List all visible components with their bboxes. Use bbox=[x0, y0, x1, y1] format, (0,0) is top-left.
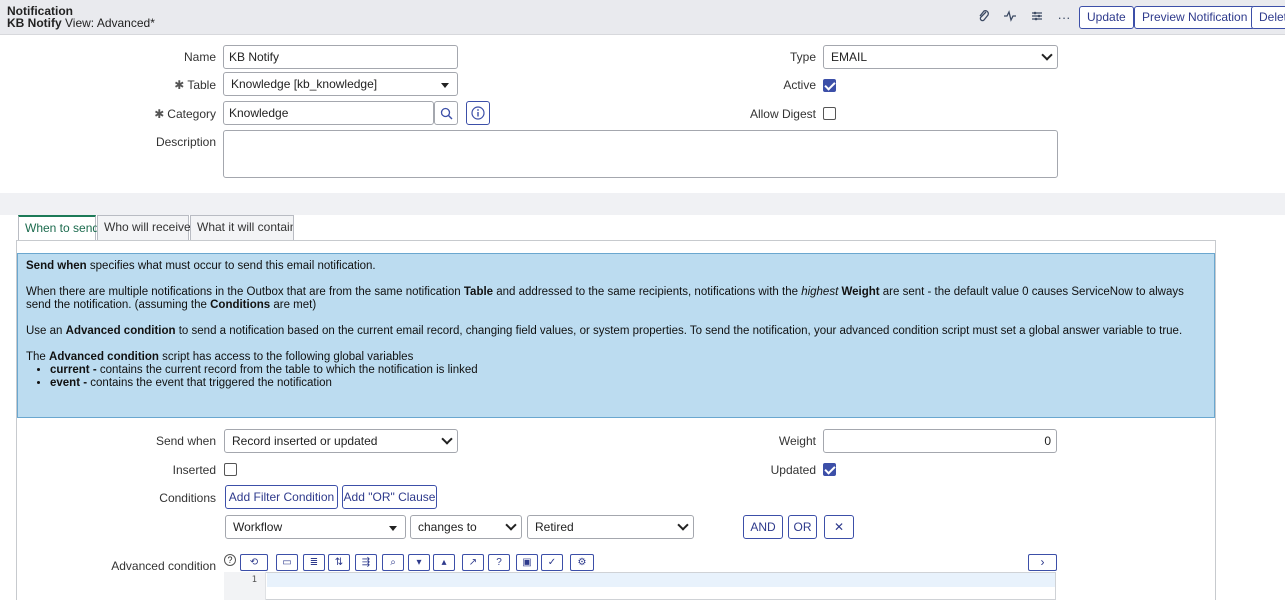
dropdown-arrow-icon bbox=[441, 83, 449, 88]
help-icon[interactable]: ? bbox=[224, 554, 236, 566]
settings-icon[interactable]: ⚙ bbox=[570, 554, 594, 571]
preview-notification-button[interactable]: Preview Notification bbox=[1134, 6, 1256, 29]
search-icon[interactable]: ⌕ bbox=[382, 554, 404, 571]
and-button[interactable]: AND bbox=[743, 515, 783, 539]
or-button[interactable]: OR bbox=[788, 515, 817, 539]
name-label: Name bbox=[183, 50, 216, 64]
chevron-down-icon bbox=[505, 519, 517, 531]
type-select[interactable]: EMAIL bbox=[823, 45, 1058, 69]
inserted-checkbox[interactable] bbox=[224, 463, 237, 476]
section-divider bbox=[0, 193, 1285, 215]
help-paragraph: When there are multiple notifications in… bbox=[26, 286, 1184, 311]
updated-checkbox[interactable] bbox=[823, 463, 836, 476]
lookup-button[interactable] bbox=[434, 101, 458, 125]
check-syntax-icon[interactable]: ✓ bbox=[541, 554, 563, 571]
description-label: Description bbox=[155, 135, 216, 149]
list-item: current - contains the current record fr… bbox=[50, 364, 1206, 377]
type-label: Type bbox=[789, 50, 816, 64]
replace-all-icon[interactable]: ⇶ bbox=[355, 554, 377, 571]
send-when-label: Send when bbox=[155, 434, 216, 448]
chevron-down-icon bbox=[1041, 49, 1053, 61]
weight-label: Weight bbox=[778, 434, 816, 448]
script-debugger-icon[interactable]: ↗ bbox=[462, 554, 484, 571]
activity-icon[interactable] bbox=[1001, 9, 1019, 27]
remove-condition-button[interactable]: ✕ bbox=[824, 515, 854, 539]
info-icon bbox=[471, 106, 485, 120]
required-indicator: ✱ bbox=[174, 78, 185, 92]
name-field[interactable]: KB Notify bbox=[223, 45, 458, 69]
fullscreen-chevron-right-icon[interactable]: › bbox=[1028, 554, 1057, 571]
list-item: event - contains the event that triggere… bbox=[50, 377, 1206, 390]
weight-field[interactable]: 0 bbox=[823, 429, 1057, 453]
inserted-label: Inserted bbox=[172, 463, 216, 477]
required-indicator: ✱ bbox=[154, 107, 165, 121]
paperclip-icon[interactable] bbox=[975, 9, 993, 27]
active-checkbox[interactable] bbox=[823, 79, 836, 92]
record-name: KB Notify bbox=[7, 16, 62, 30]
help-variable-list: current - contains the current record fr… bbox=[50, 364, 1206, 390]
conditions-label: Conditions bbox=[159, 491, 216, 505]
help-paragraph: Send when specifies what must occur to s… bbox=[26, 260, 376, 272]
active-label: Active bbox=[783, 78, 816, 92]
condition-field-select[interactable]: Workflow bbox=[225, 515, 406, 539]
category-label: ✱ Category bbox=[154, 107, 216, 121]
help-paragraph: The Advanced condition script has access… bbox=[26, 351, 414, 363]
info-button[interactable] bbox=[466, 101, 490, 125]
dropdown-arrow-icon bbox=[389, 526, 397, 531]
search-icon bbox=[440, 107, 453, 120]
update-button[interactable]: Update bbox=[1079, 6, 1134, 29]
help-info-box: Send when specifies what must occur to s… bbox=[17, 253, 1215, 418]
line-number: 1 bbox=[251, 575, 257, 585]
tab-when-to-send[interactable]: When to send bbox=[18, 215, 99, 241]
send-when-select[interactable]: Record inserted or updated bbox=[224, 429, 458, 453]
format-code-icon[interactable]: ≣ bbox=[303, 554, 325, 571]
allow-digest-label: Allow Digest bbox=[749, 107, 816, 121]
comment-icon[interactable]: ▭ bbox=[276, 554, 298, 571]
add-or-clause-button[interactable]: Add "OR" Clause bbox=[342, 485, 437, 509]
chevron-down-icon bbox=[677, 519, 689, 531]
condition-operator-select[interactable]: changes to bbox=[410, 515, 522, 539]
find-previous-icon[interactable]: ▴ bbox=[433, 554, 455, 571]
allow-digest-checkbox[interactable] bbox=[823, 107, 836, 120]
active-line-highlight bbox=[267, 573, 1055, 587]
toggle-syntax-icon[interactable]: ⟲ bbox=[240, 554, 268, 571]
tab-who-will-receive[interactable]: Who will receive bbox=[97, 215, 191, 240]
table-label: ✱ Table bbox=[174, 78, 216, 92]
description-textarea[interactable] bbox=[223, 130, 1058, 178]
save-icon[interactable]: ▣ bbox=[516, 554, 538, 571]
category-field[interactable]: Knowledge bbox=[223, 101, 434, 125]
tab-what-it-will-contain[interactable]: What it will contain bbox=[190, 215, 294, 240]
help-icon[interactable]: ? bbox=[488, 554, 510, 571]
view-name[interactable]: View: Advanced* bbox=[65, 16, 155, 30]
table-select[interactable]: Knowledge [kb_knowledge] bbox=[223, 72, 458, 96]
chevron-down-icon bbox=[441, 433, 453, 445]
replace-icon[interactable]: ⇅ bbox=[328, 554, 350, 571]
line-gutter: 1 bbox=[224, 572, 266, 600]
more-options-icon[interactable]: ··· bbox=[1055, 9, 1073, 27]
find-next-icon[interactable]: ▾ bbox=[408, 554, 430, 571]
delete-button[interactable]: Delet bbox=[1251, 6, 1285, 29]
add-filter-condition-button[interactable]: Add Filter Condition bbox=[225, 485, 338, 509]
condition-value-select[interactable]: Retired bbox=[527, 515, 694, 539]
settings-sliders-icon[interactable] bbox=[1028, 9, 1046, 27]
help-paragraph: Use an Advanced condition to send a noti… bbox=[26, 325, 1183, 337]
updated-label: Updated bbox=[770, 463, 816, 477]
form-header: Notification KB Notify View: Advanced* ·… bbox=[0, 0, 1285, 35]
record-subtitle: KB Notify View: Advanced* bbox=[7, 16, 155, 30]
advanced-condition-label: Advanced condition bbox=[111, 559, 216, 573]
